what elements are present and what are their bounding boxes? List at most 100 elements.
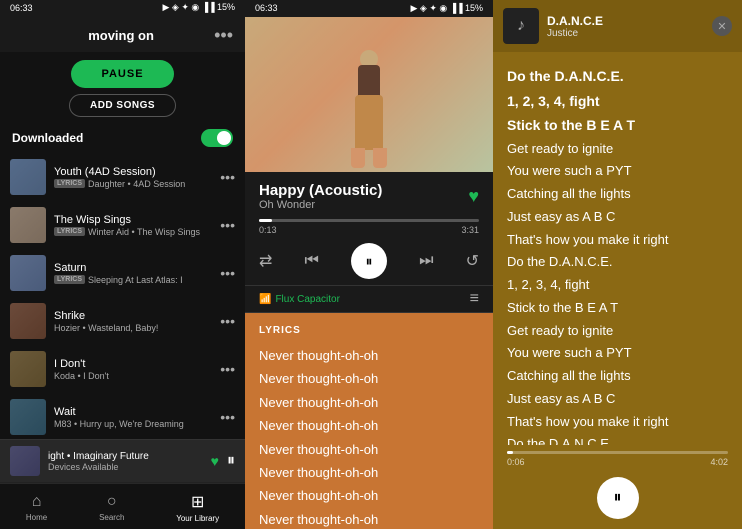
- play-pause-button[interactable]: ⏸: [351, 243, 387, 279]
- list-item[interactable]: Wait M83 • Hurry up, We're Dreaming •••: [0, 393, 245, 439]
- home-icon: ⌂: [32, 493, 42, 511]
- list-item[interactable]: Shrike Hozier • Wasteland, Baby! •••: [0, 297, 245, 345]
- time-1: 06:33: [10, 3, 33, 13]
- lyric-line: 1, 2, 3, 4, fight: [507, 274, 728, 297]
- lyric-line: Never thought-oh-oh: [259, 391, 479, 414]
- mini-song-title: D.A.N.C.E: [547, 14, 704, 28]
- panel1-header: moving on •••: [0, 15, 245, 52]
- pause-button[interactable]: PAUSE: [71, 60, 173, 88]
- track-meta: LYRICS Sleeping At Last Atlas: I: [54, 275, 220, 285]
- track-artist: Daughter • 4AD Session: [88, 179, 185, 189]
- track-meta: LYRICS Daughter • 4AD Session: [54, 179, 220, 189]
- now-playing-bar[interactable]: ight • Imaginary Future Devices Availabl…: [0, 439, 245, 483]
- track-artist: M83 • Hurry up, We're Dreaming: [54, 419, 184, 429]
- list-item[interactable]: I Don't Koda • I Don't •••: [0, 345, 245, 393]
- lyric-line: Catching all the lights: [507, 365, 728, 388]
- track-thumbnail: [10, 159, 46, 195]
- previous-button[interactable]: ⏮: [305, 252, 319, 270]
- list-item[interactable]: Saturn LYRICS Sleeping At Last Atlas: I …: [0, 249, 245, 297]
- track-info: The Wisp Sings LYRICS Winter Aid • The W…: [54, 214, 220, 237]
- lyric-line: You were such a PYT: [507, 160, 728, 183]
- heart-button[interactable]: ♥: [468, 186, 479, 207]
- add-songs-button[interactable]: ADD SONGS: [69, 94, 176, 117]
- playlist-panel: 06:33 ▶ ◈ ✦ ◉ ▐▐ 15% moving on ••• PAUSE…: [0, 0, 245, 529]
- shuffle-button[interactable]: ⇄: [259, 251, 272, 271]
- lyric-line: Stick to the B E A T: [507, 297, 728, 320]
- track-thumbnail: [10, 351, 46, 387]
- now-playing-thumbnail: [10, 446, 40, 476]
- track-info: Wait M83 • Hurry up, We're Dreaming: [54, 406, 220, 429]
- pause-icon[interactable]: ⏸: [227, 452, 235, 470]
- track-meta: LYRICS Winter Aid • The Wisp Sings: [54, 227, 220, 237]
- track-thumbnail: [10, 399, 46, 435]
- downloaded-toggle[interactable]: [201, 129, 233, 147]
- track-more-button[interactable]: •••: [220, 361, 235, 377]
- next-button[interactable]: ⏭: [419, 252, 433, 270]
- track-info: Youth (4AD Session) LYRICS Daughter • 4A…: [54, 166, 220, 189]
- track-name: I Don't: [54, 358, 220, 370]
- now-playing-artist: Devices Available: [48, 462, 203, 472]
- nav-library[interactable]: ⊞ Your Library: [176, 492, 219, 523]
- album-figure: [339, 40, 399, 150]
- p3-progress-bar[interactable]: [507, 451, 728, 454]
- nav-search[interactable]: ○ Search: [99, 493, 124, 522]
- track-more-button[interactable]: •••: [220, 313, 235, 329]
- library-icon: ⊞: [191, 492, 204, 512]
- lyric-line: Do the D.A.N.C.E.: [507, 433, 728, 445]
- lyric-line: Never thought-oh-oh: [259, 484, 479, 507]
- status-bar-2: 06:33 ▶ ◈ ✦ ◉ ▐▐ 15%: [245, 0, 493, 17]
- mini-song-artist: Justice: [547, 28, 704, 39]
- track-more-button[interactable]: •••: [220, 409, 235, 425]
- lyric-line: 1, 2, 3, 4, fight: [507, 89, 728, 114]
- lyric-line: Just easy as A B C: [507, 388, 728, 411]
- p3-pause-button[interactable]: ⏸: [597, 477, 639, 519]
- full-lyrics: Do the D.A.N.C.E. 1, 2, 3, 4, fight Stic…: [493, 52, 742, 445]
- track-thumbnail: [10, 303, 46, 339]
- source-label: Flux Capacitor: [275, 294, 339, 305]
- track-more-button[interactable]: •••: [220, 169, 235, 185]
- heart-icon[interactable]: ♥: [211, 453, 219, 469]
- track-more-button[interactable]: •••: [220, 265, 235, 281]
- lyrics-topbar: ♪ D.A.N.C.E Justice ✕: [493, 0, 742, 52]
- lyrics-badge: LYRICS: [54, 275, 85, 284]
- player-panel: 06:33 ▶ ◈ ✦ ◉ ▐▐ 15% Happy (Acoustic) Oh…: [245, 0, 493, 529]
- lyric-line: That's how you make it right: [507, 229, 728, 252]
- track-artist: Sleeping At Last Atlas: I: [88, 275, 183, 285]
- close-button[interactable]: ✕: [712, 16, 732, 36]
- lyric-line: Get ready to ignite: [507, 138, 728, 161]
- track-more-button[interactable]: •••: [220, 217, 235, 233]
- source-bar: 📶 Flux Capacitor ≡: [245, 285, 493, 313]
- repeat-button[interactable]: ↺: [466, 251, 479, 271]
- figure-legs: [355, 95, 383, 150]
- track-name: Saturn: [54, 262, 220, 274]
- p3-progress-fill: [507, 451, 513, 454]
- now-playing-title: ight • Imaginary Future: [48, 451, 203, 462]
- lyric-line: Catching all the lights: [507, 183, 728, 206]
- playlist-title: moving on: [28, 28, 214, 43]
- track-name: Wait: [54, 406, 220, 418]
- nav-home[interactable]: ⌂ Home: [26, 493, 47, 522]
- more-options-button[interactable]: •••: [214, 25, 233, 46]
- p3-progress-times: 0:06 4:02: [507, 457, 728, 467]
- nav-library-label: Your Library: [176, 514, 219, 523]
- bottom-nav: ⌂ Home ○ Search ⊞ Your Library: [0, 483, 245, 529]
- p3-time-total: 4:02: [710, 457, 728, 467]
- progress-section: 0:13 3:31: [245, 215, 493, 239]
- lyric-line: Stick to the B E A T: [507, 113, 728, 138]
- list-item[interactable]: Youth (4AD Session) LYRICS Daughter • 4A…: [0, 153, 245, 201]
- mini-song-info: D.A.N.C.E Justice: [547, 14, 704, 39]
- status-bar-1: 06:33 ▶ ◈ ✦ ◉ ▐▐ 15%: [0, 0, 245, 15]
- track-meta: Koda • I Don't: [54, 371, 220, 381]
- track-name: The Wisp Sings: [54, 214, 220, 226]
- lyrics-badge: LYRICS: [54, 179, 85, 188]
- list-item[interactable]: The Wisp Sings LYRICS Winter Aid • The W…: [0, 201, 245, 249]
- progress-fill: [259, 219, 272, 222]
- progress-bar[interactable]: [259, 219, 479, 222]
- p3-time-current: 0:06: [507, 457, 525, 467]
- lyrics-section: LYRICS Never thought-oh-oh Never thought…: [245, 313, 493, 529]
- song-artist: Oh Wonder: [259, 199, 382, 211]
- album-art: [245, 17, 493, 172]
- lyric-line: Never thought-oh-oh: [259, 344, 479, 367]
- song-details: Happy (Acoustic) Oh Wonder: [259, 182, 382, 211]
- queue-icon[interactable]: ≡: [470, 290, 479, 308]
